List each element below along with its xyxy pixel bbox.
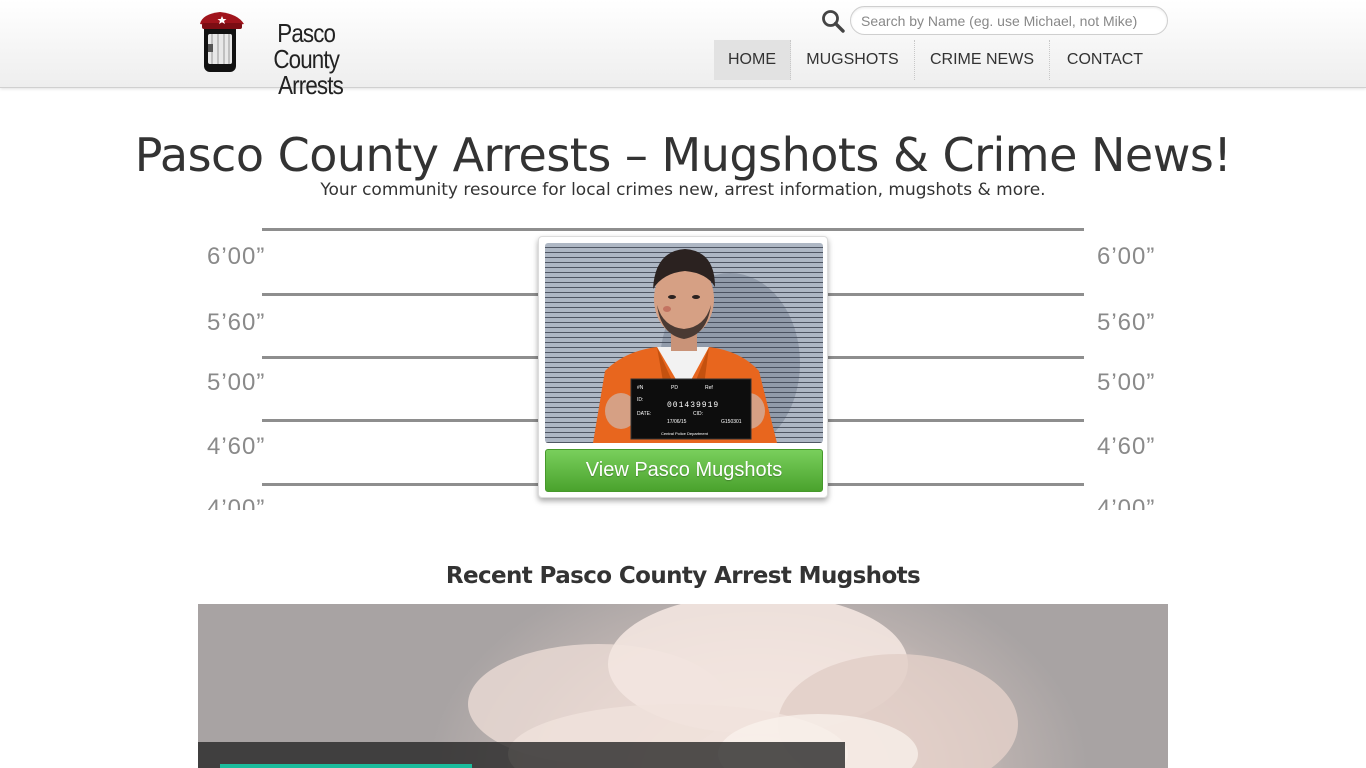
height-label: 5’00” xyxy=(1097,369,1156,396)
site-header: Pasco County Arrests HOME MUGSHOTS CRIME… xyxy=(0,0,1366,98)
site-logo[interactable]: Pasco County Arrests xyxy=(198,8,388,98)
height-label: 4’00” xyxy=(207,495,266,510)
search-input[interactable] xyxy=(850,6,1168,35)
placard-row1-b: PD xyxy=(671,385,678,391)
height-line xyxy=(262,228,1084,231)
main-nav: HOME MUGSHOTS CRIME NEWS CONTACT xyxy=(714,40,1160,80)
placard-id-number: 001439919 xyxy=(667,401,719,410)
height-label: 4’60” xyxy=(1097,433,1156,460)
height-label: 4’60” xyxy=(207,433,266,460)
nav-contact[interactable]: CONTACT xyxy=(1050,40,1160,80)
height-label: 5’60” xyxy=(207,309,266,336)
police-phone-logo-icon xyxy=(200,12,244,72)
mugshot-card: #N PD Ref ID: 001439919 DATE: 17/06/15 C… xyxy=(538,236,828,498)
featured-article-caption-bar xyxy=(198,742,845,768)
height-label: 5’00” xyxy=(207,369,266,396)
view-mugshots-button[interactable]: View Pasco Mugshots xyxy=(545,449,823,492)
logo-wordmark: Pasco County Arrests xyxy=(246,20,366,98)
height-label: 5’60” xyxy=(1097,309,1156,336)
placard-row1-c: Ref xyxy=(705,385,713,391)
nav-home[interactable]: HOME xyxy=(714,40,791,80)
height-label: 6’00” xyxy=(207,243,266,270)
placard-date-value: 17/06/15 xyxy=(667,419,687,425)
placard-department: Central Police Department xyxy=(661,431,709,436)
placard-cid-value: G150301 xyxy=(721,419,742,425)
placard-cid-label: CID: xyxy=(693,411,703,417)
placard-row1-a: #N xyxy=(637,385,644,391)
logo-line-1: Pasco County xyxy=(273,18,340,74)
logo-line-2: Arrests xyxy=(278,70,344,100)
page-title: Pasco County Arrests – Mugshots & Crime … xyxy=(134,128,1232,182)
mugshot-photo[interactable]: #N PD Ref ID: 001439919 DATE: 17/06/15 C… xyxy=(545,243,823,443)
mugshot-illustration: #N PD Ref ID: 001439919 DATE: 17/06/15 C… xyxy=(593,249,800,443)
search-icon[interactable] xyxy=(821,9,845,33)
placard-date-label: DATE: xyxy=(637,411,651,417)
nav-mugshots[interactable]: MUGSHOTS xyxy=(791,40,915,80)
height-label: 6’00” xyxy=(1097,243,1156,270)
height-label: 4’00” xyxy=(1097,495,1156,510)
placard-id-label: ID: xyxy=(637,397,643,403)
recent-mugshots-heading: Recent Pasco County Arrest Mugshots xyxy=(445,563,921,589)
category-tag[interactable] xyxy=(220,764,472,768)
nav-crime-news[interactable]: CRIME NEWS xyxy=(915,40,1050,80)
featured-article-image[interactable] xyxy=(198,604,1168,768)
page-subtitle: Your community resource for local crimes… xyxy=(320,180,1046,200)
